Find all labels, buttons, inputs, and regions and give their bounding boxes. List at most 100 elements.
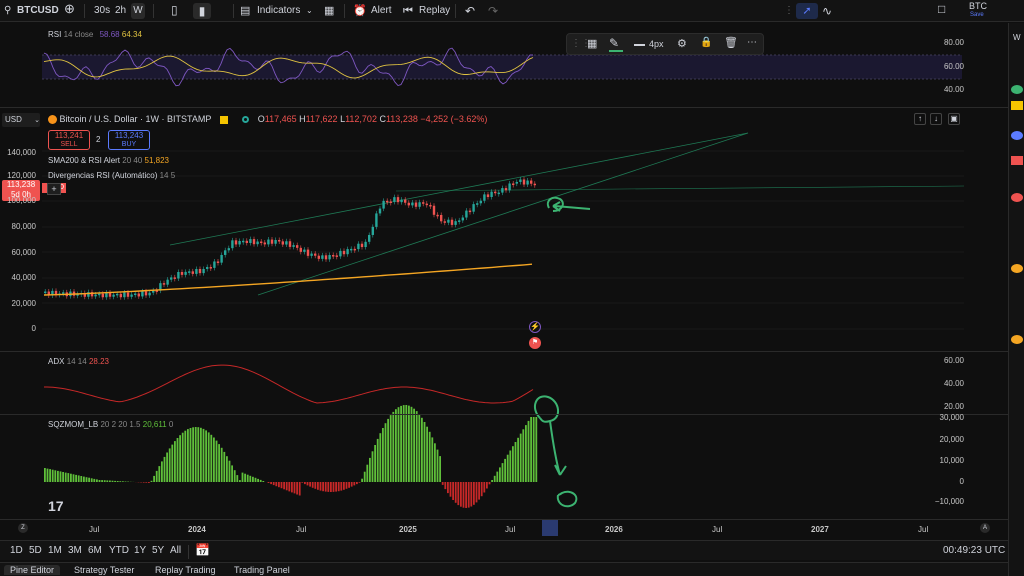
add-symbol-icon[interactable]: ⊕: [64, 1, 75, 17]
sqz-legend[interactable]: SQZMOM_LB 20 2 20 1.5 20,611 0: [48, 420, 173, 429]
add-plus-icon[interactable]: +: [47, 183, 61, 195]
watchlist-icon-3[interactable]: [1011, 131, 1023, 140]
annotation-arrow-2[interactable]: [549, 420, 567, 476]
indicators-icon[interactable]: ▤: [240, 3, 250, 19]
main-pane-border[interactable]: [0, 351, 1008, 352]
watchlist-icon-6[interactable]: [1011, 264, 1023, 273]
indicator1-legend[interactable]: SMA200 & RSI Alert 20 40 51,823: [48, 156, 169, 165]
indicators-button[interactable]: Indicators: [257, 3, 300, 19]
calendar-icon[interactable]: 📅: [195, 542, 210, 558]
range-5d[interactable]: 5D: [29, 543, 42, 559]
sell-button[interactable]: 113,241 SELL: [48, 130, 90, 150]
candle-body-69: [292, 245, 295, 247]
sqz-bar-79: [249, 475, 252, 482]
details-icon[interactable]: [1011, 335, 1023, 344]
rsi-pane-border[interactable]: [0, 107, 1008, 108]
alert-button[interactable]: Alert: [371, 3, 392, 19]
maximize-icon[interactable]: ▣: [948, 113, 960, 125]
lock-icon[interactable]: 🔒: [700, 37, 712, 48]
trash-icon[interactable]: 🗑: [724, 36, 738, 49]
scroll-down-icon[interactable]: ↓: [930, 113, 942, 125]
tab-replay-trading[interactable]: Replay Trading: [155, 565, 216, 575]
us-flag-event-icon[interactable]: ⚑: [529, 337, 541, 349]
candle-body-20: [116, 293, 119, 296]
undo-icon[interactable]: ↶: [465, 3, 475, 19]
sqz-bar-29: [119, 481, 122, 482]
watchlist-icon-5[interactable]: [1011, 193, 1023, 202]
symbol-button[interactable]: BTCUSD: [17, 3, 59, 19]
currency-selector[interactable]: USD ⌄: [2, 113, 40, 127]
rsi-legend[interactable]: RSI 14 close 58.68 64.34: [48, 30, 142, 39]
annotation-circle-3[interactable]: [556, 490, 578, 508]
range-1y[interactable]: 1Y: [134, 543, 146, 559]
range-5y[interactable]: 5Y: [152, 543, 164, 559]
chevron-down-icon[interactable]: ⌄: [306, 3, 313, 19]
layouts-icon[interactable]: ▦: [324, 3, 334, 19]
sqz-bar-181: [514, 442, 517, 482]
horizontal-line[interactable]: [395, 185, 965, 192]
template-icon[interactable]: ▦: [587, 37, 597, 50]
utc-clock[interactable]: 00:49:23 UTC: [943, 543, 1005, 559]
range-1m[interactable]: 1M: [48, 543, 62, 559]
replay-icon[interactable]: ⏮: [403, 3, 413, 19]
path-tool-icon[interactable]: ∿: [822, 3, 832, 19]
scroll-up-icon[interactable]: ↑: [914, 113, 926, 125]
sqz-bar-11: [72, 474, 75, 482]
annotation-circle-2[interactable]: [533, 395, 559, 423]
replay-button[interactable]: Replay: [419, 3, 450, 19]
adx-legend[interactable]: ADX 14 14 28.23: [48, 357, 109, 366]
watchlist-icon-4[interactable]: [1011, 156, 1023, 165]
tradingview-logo[interactable]: 17: [48, 498, 64, 514]
sqz-bar-38: [142, 482, 145, 483]
line-width-icon[interactable]: [634, 44, 645, 46]
interval-30s[interactable]: 30s: [94, 3, 110, 19]
watchlist-header[interactable]: W: [1013, 33, 1021, 42]
sqz-axis-10k: 10,000: [939, 456, 964, 465]
candle-body-86: [353, 248, 356, 251]
sqz-bar-12: [75, 474, 77, 482]
zoom-icon[interactable]: Z: [18, 523, 28, 533]
more-icon[interactable]: ⋯: [747, 37, 757, 48]
tab-strategy-tester[interactable]: Strategy Tester: [74, 565, 134, 575]
range-3m[interactable]: 3M: [68, 543, 82, 559]
candles-icon[interactable]: ▮: [193, 3, 211, 19]
bar-style-icon[interactable]: ▯: [171, 2, 178, 18]
indicator2-legend[interactable]: Divergencias RSI (Automático) 14 5: [48, 171, 175, 180]
line-width-label[interactable]: 4px: [649, 39, 664, 49]
alert-clock-icon[interactable]: ⏰: [353, 3, 367, 19]
sqz-bar-40: [148, 482, 150, 483]
trend-line-icon[interactable]: ➚: [796, 3, 818, 19]
range-6m[interactable]: 6M: [88, 543, 102, 559]
search-icon[interactable]: ⚲: [4, 3, 11, 19]
annotation-arrow[interactable]: [552, 201, 591, 212]
tab-trading-panel[interactable]: Trading Panel: [234, 565, 290, 575]
market-status-icon[interactable]: [242, 116, 250, 124]
rsi-band: [42, 55, 962, 79]
pencil-icon[interactable]: ✎: [609, 36, 619, 50]
tab-pine-editor[interactable]: Pine Editor: [4, 565, 61, 575]
interval-w[interactable]: W: [131, 3, 145, 19]
window-icon[interactable]: □: [938, 1, 945, 17]
buy-button[interactable]: 113,243 BUY: [108, 130, 150, 150]
watchlist-icon-1[interactable]: [1011, 85, 1023, 94]
sqz-bar-60: [200, 427, 202, 482]
adx-pane-border[interactable]: [0, 414, 1008, 415]
sqz-pane-border[interactable]: [0, 519, 1008, 520]
main-legend[interactable]: Bitcoin / U.S. Dollar · 1W · BITSTAMP O1…: [48, 114, 487, 125]
auto-scale-icon[interactable]: A: [980, 523, 990, 533]
flag-icon[interactable]: [219, 115, 228, 124]
range-ytd[interactable]: YTD: [109, 543, 129, 559]
candle-body-60: [260, 241, 263, 244]
sqz-bar-16: [85, 477, 88, 482]
sqz-bar-74: [236, 475, 239, 482]
chart-area[interactable]: 17 RSI 14 close 58.68 64.34 80.00 60.00 …: [0, 23, 1008, 540]
settings-gear-icon[interactable]: ⚙: [677, 37, 687, 50]
lightning-icon[interactable]: ⚡: [529, 321, 541, 333]
range-1d[interactable]: 1D: [10, 543, 23, 559]
interval-2h[interactable]: 2h: [115, 3, 126, 19]
redo-icon[interactable]: ↷: [488, 3, 498, 19]
line-color-swatch[interactable]: [609, 50, 623, 52]
watchlist-icon-2[interactable]: [1011, 101, 1023, 110]
range-all[interactable]: All: [170, 543, 181, 559]
chart-canvas[interactable]: 17: [0, 23, 1008, 540]
